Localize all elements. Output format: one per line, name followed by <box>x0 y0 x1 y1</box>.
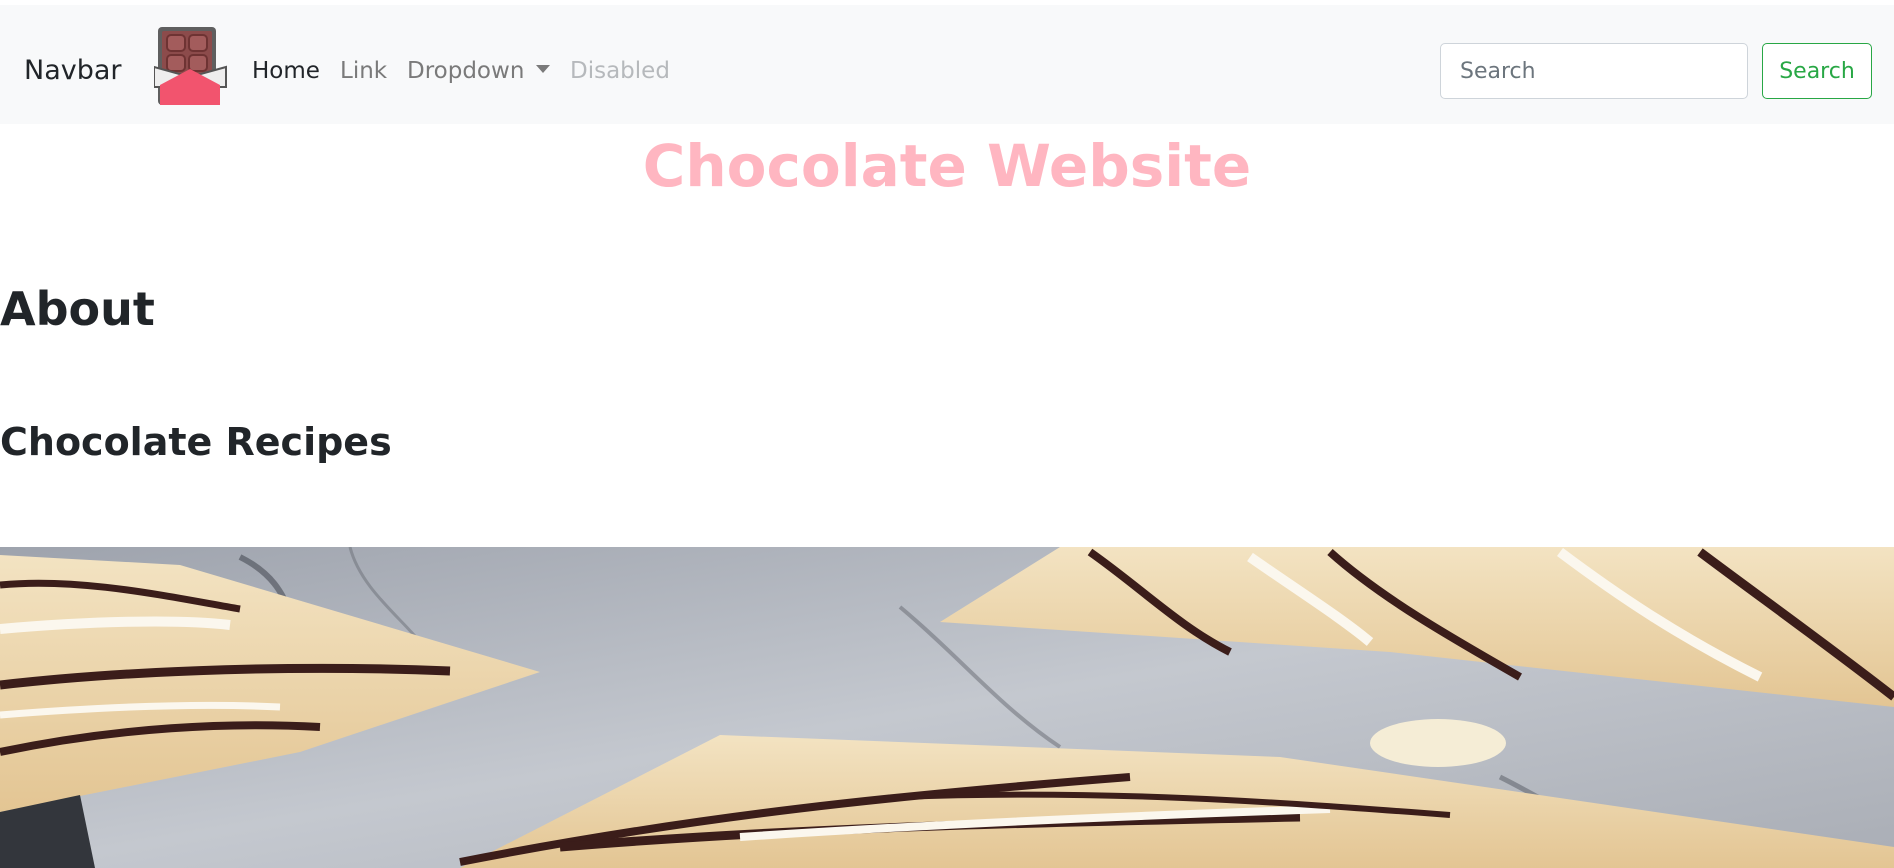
chocolate-bar-icon <box>154 25 227 109</box>
chocolate-dessert-image <box>0 547 1894 868</box>
recipes-heading: Chocolate Recipes <box>0 420 392 464</box>
nav-link-disabled: Disabled <box>570 58 670 84</box>
caret-down-icon <box>536 64 551 73</box>
about-heading: About <box>0 282 155 336</box>
search-input[interactable] <box>1440 43 1748 99</box>
page: Navbar Home Link Dropdown Disabled Searc… <box>0 0 1894 868</box>
nav-link-link[interactable]: Link <box>340 51 387 91</box>
nav-dropdown-label: Dropdown <box>407 58 525 84</box>
nav-link-home[interactable]: Home <box>252 51 320 91</box>
navbar: Navbar Home Link Dropdown Disabled Searc… <box>0 5 1894 124</box>
search-button[interactable]: Search <box>1762 43 1872 99</box>
navbar-brand[interactable]: Navbar <box>24 51 122 91</box>
page-title: Chocolate Website <box>642 132 1252 200</box>
nav-dropdown-toggle[interactable]: Dropdown <box>407 51 551 91</box>
